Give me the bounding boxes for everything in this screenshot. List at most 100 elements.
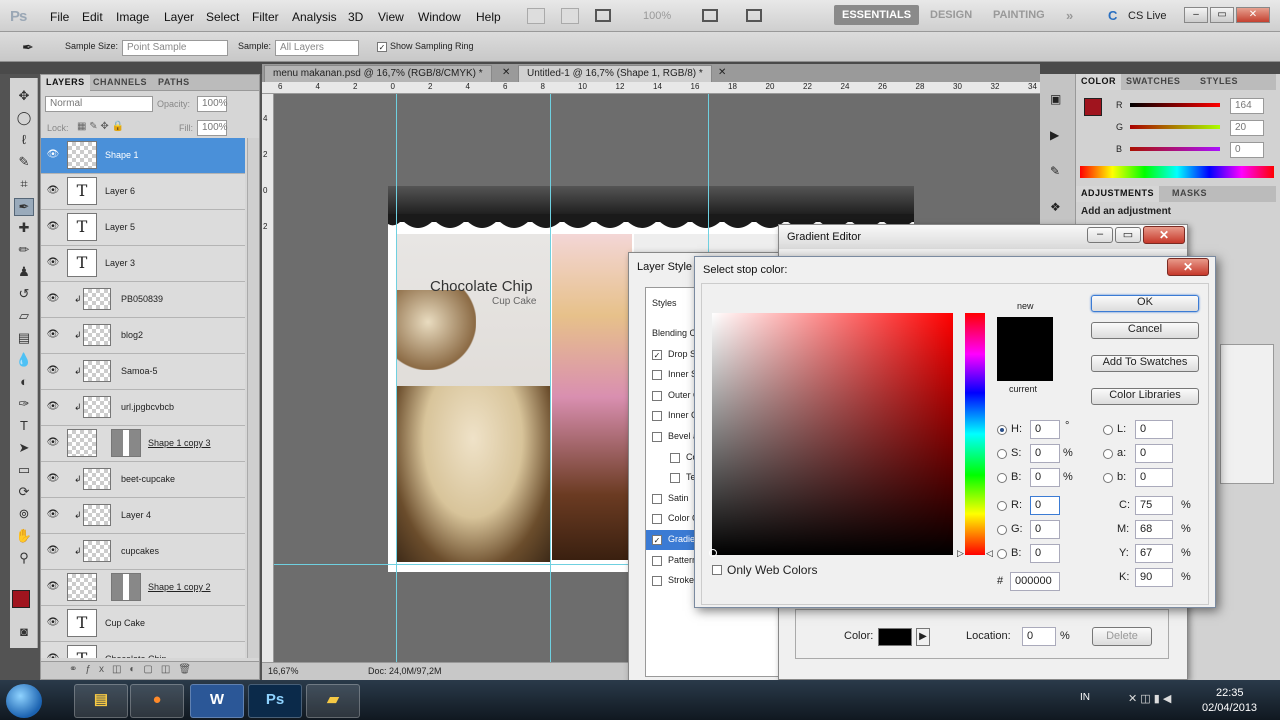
more-workspaces-icon[interactable]: » (1066, 8, 1073, 23)
firefox-taskbar-icon[interactable]: ● (130, 684, 184, 718)
word-taskbar-icon[interactable]: W (190, 684, 244, 718)
screen-mode-icon[interactable] (746, 9, 762, 22)
eraser-tool-icon[interactable]: ▱ (14, 308, 34, 326)
quick-mask-icon[interactable]: ◙ (14, 624, 34, 642)
visibility-eye-icon[interactable]: 👁 (46, 509, 60, 521)
workspace-essentials[interactable]: ESSENTIALS (834, 5, 920, 25)
color-field[interactable] (712, 313, 953, 555)
cancel-button[interactable]: Cancel (1091, 322, 1199, 339)
opacity-field[interactable]: 100% (197, 96, 228, 112)
visibility-eye-icon[interactable]: 👁 (46, 401, 60, 413)
view-extras-icon[interactable] (595, 9, 611, 22)
history-icon[interactable]: ▣ (1050, 92, 1061, 106)
menu-filter[interactable]: Filter (252, 10, 279, 24)
visibility-eye-icon[interactable]: 👁 (46, 293, 60, 305)
stop-color-swatch[interactable] (878, 628, 912, 646)
lab-b-radio[interactable] (1103, 473, 1113, 483)
layer-row[interactable]: 👁 Shape 1 copy 3 (41, 426, 245, 462)
layer-row[interactable]: 👁 Shape 1 copy 2 (41, 570, 245, 606)
r-slider[interactable] (1130, 103, 1220, 107)
layers-scrollbar[interactable] (247, 138, 259, 658)
b-value[interactable]: 0 (1230, 142, 1264, 158)
close-tab-icon[interactable]: ✕ (718, 67, 726, 78)
visibility-eye-icon[interactable]: 👁 (46, 437, 60, 449)
layer-row[interactable]: 👁 ↲ cupcakes (41, 534, 245, 570)
visibility-eye-icon[interactable]: 👁 (46, 329, 60, 341)
menu-view[interactable]: View (378, 10, 404, 24)
menu-analysis[interactable]: Analysis (292, 10, 337, 24)
delete-button[interactable]: Delete (1092, 627, 1152, 646)
brush-tool-icon[interactable]: ✏ (14, 242, 34, 260)
tab-color[interactable]: COLOR (1076, 74, 1121, 90)
visibility-eye-icon[interactable]: 👁 (46, 473, 60, 485)
only-web-colors-checkbox[interactable] (712, 565, 722, 575)
style-checkbox[interactable] (652, 411, 662, 422)
actions-icon[interactable]: ▶ (1050, 128, 1059, 142)
tab-adjustments[interactable]: ADJUSTMENTS (1076, 186, 1160, 202)
ge-minimize-button[interactable]: – (1087, 227, 1113, 243)
lab-b-field[interactable]: 0 (1135, 468, 1173, 487)
hue-slider-right-arrow[interactable]: ◁ (986, 548, 993, 559)
eyedropper-tool-icon[interactable]: ✒ (14, 198, 34, 216)
g-value[interactable]: 20 (1230, 120, 1264, 136)
sample-select[interactable]: All Layers (275, 40, 359, 56)
menu-select[interactable]: Select (206, 10, 239, 24)
fg-swatch[interactable] (1084, 98, 1102, 116)
style-checkbox[interactable] (652, 370, 662, 381)
tab-masks[interactable]: MASKS (1172, 188, 1207, 198)
zoom-status[interactable]: 16,67% (268, 666, 299, 676)
style-checkbox[interactable]: ✓ (652, 349, 662, 360)
workspace-design[interactable]: DESIGN (930, 9, 972, 21)
move-tool-icon[interactable]: ✥ (14, 88, 34, 106)
visibility-eye-icon[interactable]: 👁 (46, 365, 60, 377)
sample-size-select[interactable]: Point Sample (122, 40, 228, 56)
visibility-eye-icon[interactable]: 👁 (46, 545, 60, 557)
visibility-eye-icon[interactable]: 👁 (46, 581, 60, 593)
layer-row[interactable]: 👁 T Cup Cake (41, 606, 245, 642)
style-checkbox[interactable] (652, 432, 662, 442)
dodge-tool-icon[interactable]: ◐ (14, 374, 34, 392)
a-radio[interactable] (1103, 449, 1113, 459)
l-field[interactable]: 0 (1135, 420, 1173, 439)
s-field[interactable]: 0 (1030, 444, 1060, 463)
a-field[interactable]: 0 (1135, 444, 1173, 463)
style-checkbox[interactable] (670, 452, 680, 463)
h-radio[interactable] (997, 425, 1007, 435)
photoshop-taskbar-icon[interactable]: Ps (248, 684, 302, 718)
blue-radio[interactable] (997, 549, 1007, 559)
arrange-icon[interactable] (702, 9, 718, 22)
layer-row[interactable]: 👁 Shape 1 (41, 138, 245, 174)
ge-restore-button[interactable]: ▭ (1115, 227, 1141, 243)
s-radio[interactable] (997, 449, 1007, 459)
blur-tool-icon[interactable]: 💧 (14, 352, 34, 370)
explorer-taskbar-icon[interactable]: ▤ (74, 684, 128, 718)
layer-actions[interactable]: ⚭ƒx◫◐▢◫🗑 (41, 661, 259, 679)
brush-presets-icon[interactable]: ✎ (1050, 164, 1060, 178)
add-to-swatches-button[interactable]: Add To Swatches (1091, 355, 1199, 372)
layer-row[interactable]: 👁 ↲ blog2 (41, 318, 245, 354)
r-field[interactable]: 0 (1030, 496, 1060, 515)
layer-row[interactable]: 👁 ↲ Layer 4 (41, 498, 245, 534)
blend-mode-select[interactable]: Normal (45, 96, 153, 112)
hue-slider[interactable] (965, 313, 985, 555)
visibility-eye-icon[interactable]: 👁 (46, 617, 60, 629)
r-value[interactable]: 164 (1230, 98, 1264, 114)
close-tab-icon[interactable]: ✕ (502, 67, 510, 78)
tab-swatches[interactable]: SWATCHES (1126, 76, 1180, 86)
lock-icons[interactable]: ▦ ✎ ✥ 🔒 (77, 121, 124, 132)
menu-edit[interactable]: Edit (82, 10, 103, 24)
layer-row[interactable]: 👁 T Chocolate Chip (41, 642, 245, 658)
r-radio[interactable] (997, 501, 1007, 511)
visibility-eye-icon[interactable]: 👁 (46, 257, 60, 269)
visibility-eye-icon[interactable]: 👁 (46, 221, 60, 233)
l-radio[interactable] (1103, 425, 1113, 435)
layer-row[interactable]: 👁 ↲ PB050839 (41, 282, 245, 318)
style-checkbox[interactable] (652, 514, 662, 525)
hex-field[interactable]: 000000 (1010, 572, 1060, 591)
menu-window[interactable]: Window (418, 10, 461, 24)
minimize-button[interactable]: – (1184, 7, 1208, 23)
hue-slider-left-arrow[interactable]: ▷ (957, 548, 964, 559)
y-field[interactable]: 67 (1135, 544, 1173, 563)
mini-bridge-icon[interactable] (561, 8, 579, 24)
close-app-button[interactable]: ✕ (1236, 7, 1270, 23)
